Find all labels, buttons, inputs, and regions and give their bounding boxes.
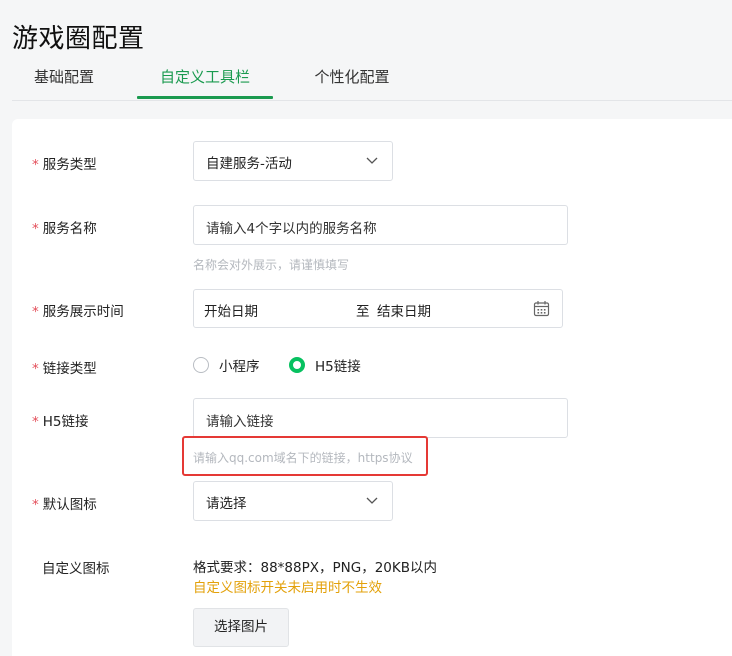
chevron-down-icon <box>366 157 378 164</box>
required-mark: * <box>32 157 39 173</box>
page-title: 游戏圈配置 <box>12 24 145 54</box>
form-card: * 服务类型 自建服务-活动 * 服务名称 请输入4个字以内的服务名称 名称会对外展… <box>12 119 732 656</box>
start-date-input[interactable]: 开始日期 <box>204 300 258 320</box>
radio-h5-link[interactable]: H5链接 <box>289 355 361 375</box>
tab-basic-config[interactable]: 基础配置 <box>32 62 96 99</box>
service-name-label: * 服务名称 <box>32 221 97 237</box>
select-image-button[interactable]: 选择图片 <box>193 608 289 647</box>
chevron-down-icon <box>366 497 378 504</box>
radio-mini-program-label: 小程序 <box>219 359 260 375</box>
calendar-icon <box>533 301 550 317</box>
radio-unchecked-icon <box>193 357 209 373</box>
radio-h5-link-label: H5链接 <box>315 359 361 375</box>
date-separator: 至 <box>356 304 370 320</box>
end-date-input[interactable]: 结束日期 <box>377 300 431 320</box>
default-icon-label: * 默认图标 <box>32 497 97 513</box>
h5-link-input[interactable]: 请输入链接 <box>193 398 568 438</box>
radio-checked-icon <box>289 357 305 373</box>
radio-mini-program[interactable]: 小程序 <box>193 355 260 375</box>
date-range-picker[interactable]: 开始日期 至 结束日期 <box>193 289 563 328</box>
custom-icon-format: 格式要求：88*88PX，PNG，20KB以内 <box>193 560 437 576</box>
service-type-select[interactable]: 自建服务-活动 <box>193 141 393 181</box>
display-time-label: * 服务展示时间 <box>32 304 124 320</box>
custom-icon-warning: 自定义图标开关未启用时不生效 <box>193 580 382 596</box>
tab-bar: 基础配置 自定义工具栏 个性化配置 <box>12 62 732 101</box>
service-name-hint: 名称会对外展示，请谨慎填写 <box>193 258 350 272</box>
tab-personalization[interactable]: 个性化配置 <box>312 62 392 99</box>
service-type-label: * 服务类型 <box>32 157 97 173</box>
service-name-input[interactable]: 请输入4个字以内的服务名称 <box>193 205 568 245</box>
service-name-placeholder: 请输入4个字以内的服务名称 <box>206 221 377 237</box>
custom-icon-label: 自定义图标 <box>42 561 110 577</box>
highlight-box <box>182 436 428 476</box>
default-icon-value: 请选择 <box>206 496 247 512</box>
h5-link-placeholder: 请输入链接 <box>206 414 274 430</box>
link-type-label: * 链接类型 <box>32 361 97 377</box>
default-icon-select[interactable]: 请选择 <box>193 481 393 521</box>
tab-custom-toolbar[interactable]: 自定义工具栏 <box>137 62 273 99</box>
h5-link-label: * H5链接 <box>32 414 89 430</box>
service-type-value: 自建服务-活动 <box>206 156 292 172</box>
